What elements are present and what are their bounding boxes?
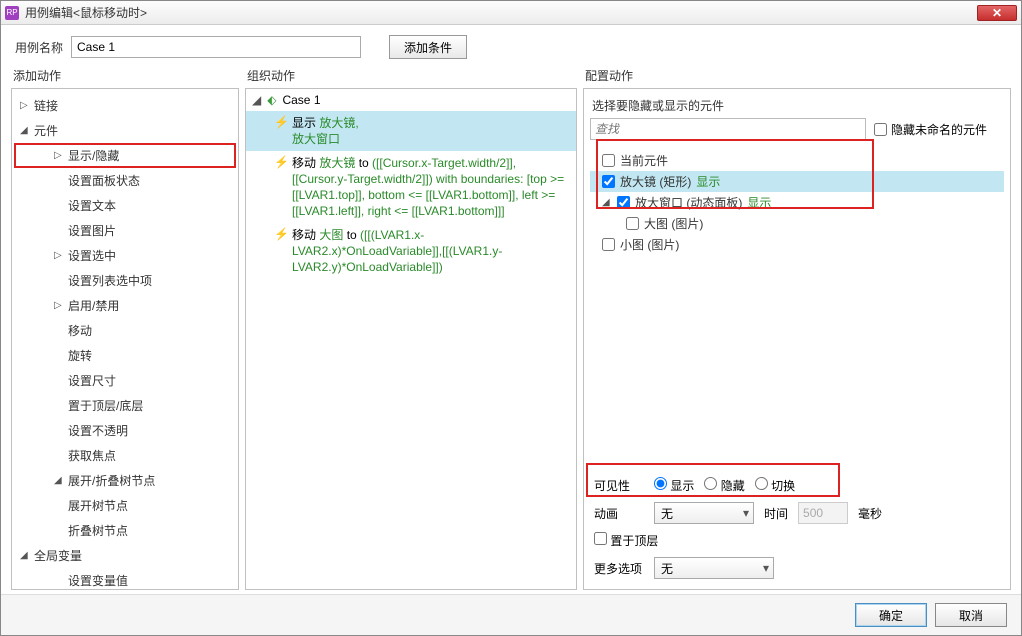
visibility-row: 可见性 显示 隐藏 切换 bbox=[590, 473, 1004, 498]
tree-bring-front[interactable]: 置于顶层/底层 bbox=[14, 393, 236, 418]
case-name-row: 用例名称 添加条件 bbox=[1, 25, 1021, 65]
chevron-down-icon: ◢ bbox=[252, 93, 261, 107]
widget-small-image[interactable]: 小图 (图片) bbox=[590, 234, 1004, 255]
radio-show[interactable]: 显示 bbox=[654, 477, 694, 494]
lightning-icon: ⚡ bbox=[274, 155, 286, 169]
tree-set-selected[interactable]: ▷设置选中 bbox=[14, 243, 236, 268]
animation-label: 动画 bbox=[594, 505, 644, 522]
more-options-label: 更多选项 bbox=[594, 560, 644, 577]
widget-checkbox[interactable] bbox=[602, 238, 615, 251]
configure-action-column: 配置动作 选择要隐藏或显示的元件 隐藏未命名的元件 当前元件 bbox=[583, 65, 1011, 590]
bring-top-checkbox[interactable] bbox=[594, 532, 607, 545]
tree-move[interactable]: 移动 bbox=[14, 318, 236, 343]
tree-set-list-selected[interactable]: 设置列表选中项 bbox=[14, 268, 236, 293]
hide-unnamed-toggle[interactable]: 隐藏未命名的元件 bbox=[874, 121, 987, 138]
tree-set-opacity[interactable]: 设置不透明 bbox=[14, 418, 236, 443]
dialog-footer: 确定 取消 bbox=[1, 594, 1021, 635]
action-tree[interactable]: ▷链接 ◢元件 ▷显示/隐藏 设置面板状态 设置文本 设置图片 ▷设置选中 设置… bbox=[11, 88, 239, 590]
radio-toggle[interactable]: 切换 bbox=[755, 477, 795, 494]
case-name-input[interactable] bbox=[71, 36, 361, 58]
hide-unnamed-checkbox[interactable] bbox=[874, 123, 887, 136]
more-options-select[interactable]: 无 bbox=[654, 557, 774, 579]
widget-checkbox[interactable] bbox=[626, 217, 639, 230]
tree-enable-disable[interactable]: ▷启用/禁用 bbox=[14, 293, 236, 318]
action-text: 显示 放大镜, 放大窗口 bbox=[292, 115, 570, 147]
widget-checkbox[interactable] bbox=[617, 196, 630, 209]
case-action-list[interactable]: ◢ ⬖ Case 1 ⚡ 显示 放大镜, 放大窗口 ⚡ 移动 放大镜 to ([… bbox=[245, 88, 577, 590]
radio-hide[interactable]: 隐藏 bbox=[704, 477, 744, 494]
animation-row: 动画 无 时间 毫秒 bbox=[590, 498, 1004, 528]
tree-expand-tree[interactable]: 展开树节点 bbox=[14, 493, 236, 518]
add-action-header: 添加动作 bbox=[11, 65, 239, 88]
tree-expand-collapse[interactable]: ◢展开/折叠树节点 bbox=[14, 468, 236, 493]
time-input bbox=[798, 502, 848, 524]
organize-action-header: 组织动作 bbox=[245, 65, 577, 88]
case-node[interactable]: ◢ ⬖ Case 1 bbox=[246, 89, 576, 111]
tree-panel-state[interactable]: 设置面板状态 bbox=[14, 168, 236, 193]
tree-collapse-tree[interactable]: 折叠树节点 bbox=[14, 518, 236, 543]
chevron-down-icon: ◢ bbox=[54, 475, 64, 486]
tree-set-text[interactable]: 设置文本 bbox=[14, 193, 236, 218]
close-button[interactable]: ✕ bbox=[977, 5, 1017, 21]
action-text: 移动 大图 to ([[(LVAR1.x-LVAR2.x)*OnLoadVari… bbox=[292, 227, 570, 275]
tree-set-size[interactable]: 设置尺寸 bbox=[14, 368, 236, 393]
case-name-label: 用例名称 bbox=[15, 39, 63, 56]
tree-link[interactable]: ▷链接 bbox=[14, 93, 236, 118]
widget-big-image[interactable]: 大图 (图片) bbox=[590, 213, 1004, 234]
chevron-down-icon: ◢ bbox=[602, 197, 612, 208]
window-title: 用例编辑<鼠标移动时> bbox=[25, 4, 977, 21]
widget-tree[interactable]: 当前元件 放大镜 (矩形) 显示 ◢ 放大窗口 (动态面板) bbox=[590, 146, 1004, 467]
dialog-window: RP 用例编辑<鼠标移动时> ✕ 用例名称 添加条件 添加动作 ▷链接 ◢元件 … bbox=[0, 0, 1022, 636]
tree-get-focus[interactable]: 获取焦点 bbox=[14, 443, 236, 468]
chevron-down-icon: ◢ bbox=[20, 550, 30, 561]
configure-action-header: 配置动作 bbox=[583, 65, 1011, 88]
chevron-right-icon: ▷ bbox=[54, 300, 64, 311]
widget-window[interactable]: ◢ 放大窗口 (动态面板) 显示 bbox=[590, 192, 1004, 213]
action-move-1[interactable]: ⚡ 移动 放大镜 to ([[Cursor.x-Target.width/2]]… bbox=[246, 151, 576, 223]
app-icon: RP bbox=[5, 6, 19, 20]
tree-show-hide[interactable]: ▷显示/隐藏 bbox=[14, 143, 236, 168]
action-text: 移动 放大镜 to ([[Cursor.x-Target.width/2]],[… bbox=[292, 155, 570, 219]
lightning-icon: ⚡ bbox=[274, 115, 286, 129]
widget-search-input[interactable] bbox=[590, 118, 866, 140]
time-label: 时间 bbox=[764, 505, 788, 522]
ms-label: 毫秒 bbox=[858, 505, 882, 522]
chevron-down-icon: ◢ bbox=[20, 125, 30, 136]
ok-button[interactable]: 确定 bbox=[855, 603, 927, 627]
case-label: Case 1 bbox=[282, 93, 320, 107]
tree-widget[interactable]: ◢元件 bbox=[14, 118, 236, 143]
widget-current[interactable]: 当前元件 bbox=[590, 150, 1004, 171]
more-options-row: 更多选项 无 bbox=[590, 553, 1004, 583]
action-show[interactable]: ⚡ 显示 放大镜, 放大窗口 bbox=[246, 111, 576, 151]
tree-set-var[interactable]: 设置变量值 bbox=[14, 568, 236, 590]
chevron-right-icon: ▷ bbox=[54, 250, 64, 261]
add-action-column: 添加动作 ▷链接 ◢元件 ▷显示/隐藏 设置面板状态 设置文本 设置图片 ▷设置… bbox=[11, 65, 239, 590]
cancel-button[interactable]: 取消 bbox=[935, 603, 1007, 627]
tree-rotate[interactable]: 旋转 bbox=[14, 343, 236, 368]
action-move-2[interactable]: ⚡ 移动 大图 to ([[(LVAR1.x-LVAR2.x)*OnLoadVa… bbox=[246, 223, 576, 279]
visibility-label: 可见性 bbox=[594, 477, 644, 494]
titlebar: RP 用例编辑<鼠标移动时> ✕ bbox=[1, 1, 1021, 25]
tree-set-image[interactable]: 设置图片 bbox=[14, 218, 236, 243]
tree-global-var[interactable]: ◢全局变量 bbox=[14, 543, 236, 568]
add-condition-button[interactable]: 添加条件 bbox=[389, 35, 467, 59]
widget-checkbox[interactable] bbox=[602, 154, 615, 167]
bring-top-row: 置于顶层 bbox=[590, 528, 1004, 553]
case-icon: ⬖ bbox=[267, 93, 276, 107]
organize-action-column: 组织动作 ◢ ⬖ Case 1 ⚡ 显示 放大镜, 放大窗口 ⚡ 移动 放大镜 … bbox=[245, 65, 577, 590]
widget-magnifier[interactable]: 放大镜 (矩形) 显示 bbox=[590, 171, 1004, 192]
config-subheader: 选择要隐藏或显示的元件 bbox=[590, 95, 1004, 118]
animation-select[interactable]: 无 bbox=[654, 502, 754, 524]
bring-top-toggle[interactable]: 置于顶层 bbox=[594, 532, 658, 549]
chevron-right-icon: ▷ bbox=[54, 150, 64, 161]
lightning-icon: ⚡ bbox=[274, 227, 286, 241]
widget-checkbox[interactable] bbox=[602, 175, 615, 188]
chevron-right-icon: ▷ bbox=[20, 100, 30, 111]
